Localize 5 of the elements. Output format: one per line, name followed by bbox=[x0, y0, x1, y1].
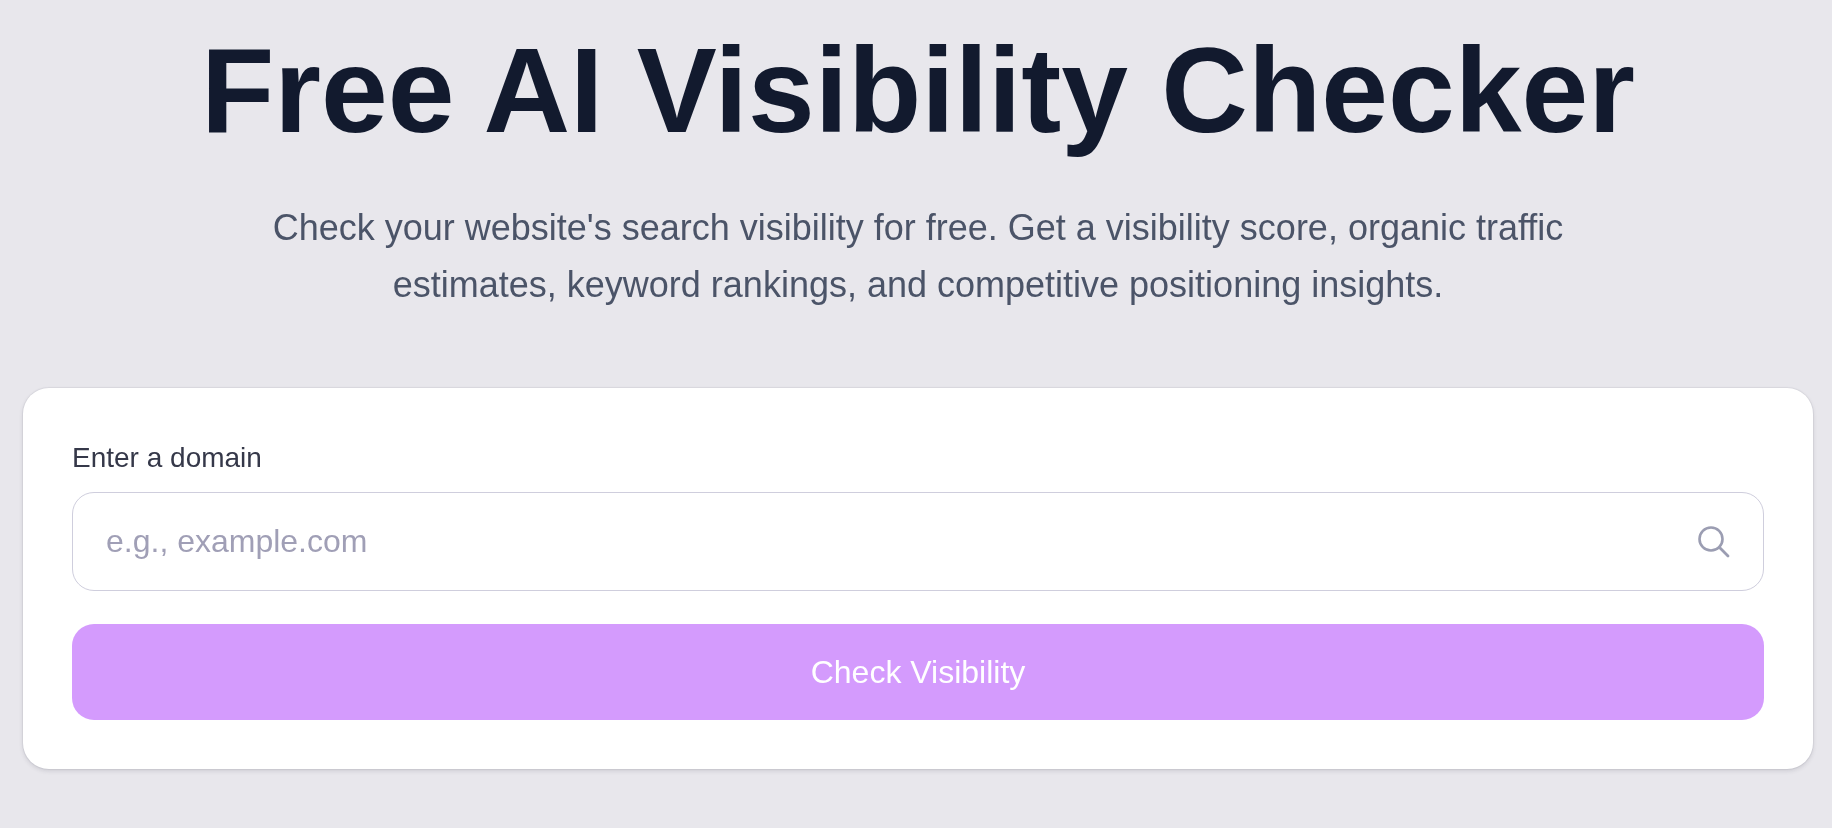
search-icon[interactable] bbox=[1696, 524, 1730, 558]
domain-label: Enter a domain bbox=[72, 442, 262, 474]
page-title: Free AI Visibility Checker bbox=[201, 22, 1635, 159]
page-subtitle: Check your website's search visibility for free. Get a visibility score, organic traffic estimates, keyword rankings, and competitive positioning insights. bbox=[271, 206, 1565, 307]
domain-input-field[interactable]: e.g., example.com bbox=[72, 492, 1764, 591]
